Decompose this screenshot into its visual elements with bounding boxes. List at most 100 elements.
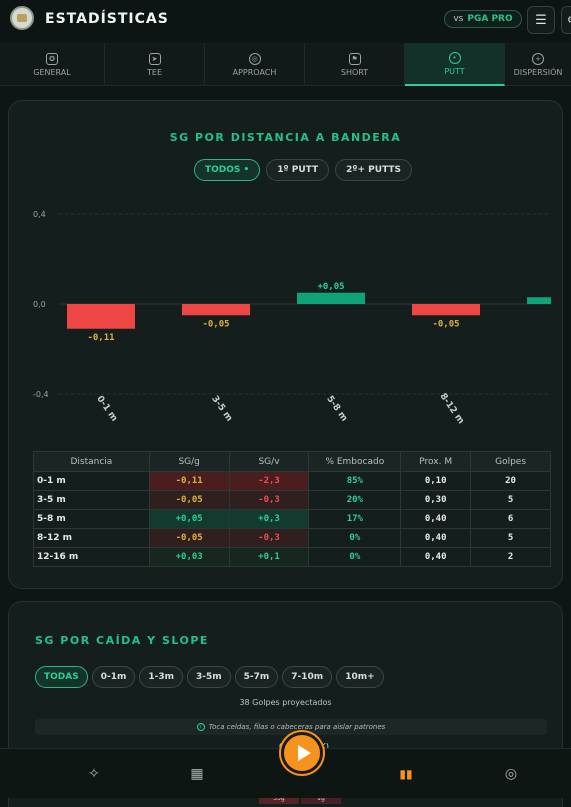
y-tick-label: 0,4 bbox=[33, 210, 46, 219]
sg-distance-title: SG POR DISTANCIA A BANDERA bbox=[169, 131, 402, 144]
cell-prox: 0,40 bbox=[400, 547, 472, 567]
x-tick-label: 8-12 m bbox=[437, 392, 465, 426]
bar bbox=[412, 304, 480, 316]
compare-selector[interactable]: vs PGA PRO bbox=[444, 10, 522, 28]
cell-distancia: 8-12 m bbox=[33, 528, 150, 548]
hint-banner: i Toca celdas, filas o cabeceras para ai… bbox=[35, 719, 547, 735]
filter-1-3m[interactable]: 1-3m bbox=[139, 666, 183, 688]
target-icon: ◎ bbox=[248, 52, 261, 65]
tab-tee[interactable]: ➤ TEE bbox=[105, 43, 205, 86]
putt-filter-group: TODOS • 1º PUTT 2º+ PUTTS bbox=[194, 159, 413, 181]
sg-distance-card: SG POR DISTANCIA A BANDERA TODOS • 1º PU… bbox=[8, 100, 563, 589]
cell-prox: 0,10 bbox=[400, 471, 472, 491]
table-header-row: Distancia SG/g SG/v % Embocado Prox. M G… bbox=[33, 451, 551, 472]
data-label: -0,05 bbox=[202, 319, 229, 329]
calendar-icon: ▦ bbox=[190, 766, 204, 782]
cell-golpes: 5 bbox=[470, 528, 551, 548]
filter-10m-plus[interactable]: 10m+ bbox=[336, 666, 384, 688]
tab-approach[interactable]: ◎ APPROACH bbox=[205, 43, 305, 86]
cell-distancia: 12-16 m bbox=[33, 547, 150, 567]
x-tick-label: 3-5 m bbox=[209, 394, 234, 423]
table-row[interactable]: 12-16 m +0,03 +0,1 0% 0,40 2 bbox=[33, 547, 551, 567]
cell-sg-v: +0,3 bbox=[228, 509, 310, 529]
compare-value: PGA PRO bbox=[467, 14, 513, 24]
bar bbox=[67, 304, 135, 329]
cell-embocado: 0% bbox=[308, 528, 402, 548]
info-icon: i bbox=[196, 723, 205, 731]
y-tick-label: -0,4 bbox=[33, 390, 49, 399]
cell-sg-g: +0,05 bbox=[148, 509, 230, 529]
target-icon: ◎ bbox=[504, 766, 518, 782]
table-row[interactable]: 3-5 m -0,05 -0,3 20% 0,30 5 bbox=[33, 490, 551, 510]
cell-sg-g: -0,11 bbox=[148, 471, 230, 491]
bar bbox=[527, 297, 551, 304]
filter-0-1m[interactable]: 0-1m bbox=[91, 666, 136, 688]
filter-todos[interactable]: TODOS • bbox=[194, 159, 261, 181]
ribbon-icon: ✪ bbox=[46, 52, 58, 65]
sg-distance-chart: 0,4 0,0 -0,4 -0,11 0-1 m -0,05 3-5 m +0,05 5-8 m… bbox=[33, 210, 551, 429]
col-sg-v[interactable]: SG/v bbox=[228, 451, 310, 472]
col-prox[interactable]: Prox. M bbox=[400, 451, 472, 472]
cell-embocado: 20% bbox=[308, 490, 402, 510]
cell-sg-v: -2,3 bbox=[228, 471, 310, 491]
tab-dispersion[interactable]: + DISPERSIÓN bbox=[505, 43, 571, 86]
cell-embocado: 17% bbox=[308, 509, 402, 529]
table-row[interactable]: 0-1 m -0,11 -2,3 85% 0,10 20 bbox=[33, 471, 551, 491]
filters-button[interactable]: ☰ bbox=[527, 6, 555, 34]
col-distancia[interactable]: Distancia bbox=[33, 451, 150, 472]
data-label: +0,05 bbox=[317, 282, 344, 292]
slope-filter-group: TODAS 0-1m 1-3m 3-5m 5-7m 7-10m 10m+ bbox=[35, 666, 384, 688]
cell-sg-g: +0,03 bbox=[148, 547, 230, 567]
stats-tabs: ✪ GENERAL ➤ TEE ◎ APPROACH ⚑ SHORT • PUT… bbox=[0, 43, 571, 86]
nav-stats[interactable]: ▮▮ bbox=[395, 763, 417, 785]
data-label: -0,05 bbox=[432, 319, 459, 329]
tab-putt[interactable]: • PUTT bbox=[405, 43, 505, 86]
vs-label: vs bbox=[453, 14, 464, 24]
cell-sg-v: -0,3 bbox=[228, 528, 310, 548]
sliders-icon: ☰ bbox=[535, 12, 547, 28]
play-button[interactable] bbox=[281, 732, 323, 774]
x-tick-label: 5-8 m bbox=[324, 394, 349, 423]
cell-embocado: 85% bbox=[308, 471, 402, 491]
sg-slope-title: SG POR CAÍDA Y SLOPE bbox=[35, 634, 209, 647]
page-title: ESTADÍSTICAS bbox=[45, 11, 169, 27]
bar bbox=[182, 304, 250, 316]
cell-sg-v: +0,1 bbox=[228, 547, 310, 567]
nav-target[interactable]: ◎ bbox=[500, 763, 522, 785]
filter-7-10m[interactable]: 7-10m bbox=[282, 666, 333, 688]
col-golpes[interactable]: Golpes bbox=[470, 451, 551, 472]
tab-general[interactable]: ✪ GENERAL bbox=[0, 43, 105, 86]
y-tick-label: 0,0 bbox=[33, 300, 46, 309]
projected-strokes: 38 Golpes proyectados bbox=[239, 698, 332, 707]
cell-prox: 0,30 bbox=[400, 490, 472, 510]
sparkle-icon: ✧ bbox=[88, 766, 100, 782]
nav-insights[interactable]: ✧ bbox=[83, 763, 105, 785]
cell-sg-g: -0,05 bbox=[148, 528, 230, 548]
table-row[interactable]: 8-12 m -0,05 -0,3 0% 0,40 5 bbox=[33, 528, 551, 548]
cell-embocado: 0% bbox=[308, 547, 402, 567]
table-row[interactable]: 5-8 m +0,05 +0,3 17% 0,40 6 bbox=[33, 509, 551, 529]
filter-3-5m[interactable]: 3-5m bbox=[187, 666, 231, 688]
bar bbox=[297, 292, 365, 304]
cell-golpes: 6 bbox=[470, 509, 551, 529]
col-sg-g[interactable]: SG/g bbox=[148, 451, 230, 472]
hole-icon: • bbox=[448, 51, 461, 64]
cell-sg-g: -0,05 bbox=[148, 490, 230, 510]
filter-todas[interactable]: TODAS bbox=[35, 666, 88, 688]
settings-button[interactable]: ⚙ bbox=[561, 6, 571, 34]
hint-text: Toca celdas, filas o cabeceras para aisl… bbox=[208, 723, 386, 731]
cell-golpes: 2 bbox=[470, 547, 551, 567]
cell-golpes: 5 bbox=[470, 490, 551, 510]
data-label: -0,11 bbox=[87, 333, 114, 343]
cell-distancia: 0-1 m bbox=[33, 471, 150, 491]
filter-second-putts[interactable]: 2º+ PUTTS bbox=[335, 159, 413, 181]
col-embocado[interactable]: % Embocado bbox=[308, 451, 402, 472]
filter-first-putt[interactable]: 1º PUTT bbox=[266, 159, 330, 181]
tab-short[interactable]: ⚑ SHORT bbox=[305, 43, 405, 86]
cell-distancia: 3-5 m bbox=[33, 490, 150, 510]
filter-5-7m[interactable]: 5-7m bbox=[234, 666, 279, 688]
cell-prox: 0,40 bbox=[400, 509, 472, 529]
nav-calendar[interactable]: ▦ bbox=[186, 763, 208, 785]
cell-sg-v: -0,3 bbox=[228, 490, 310, 510]
cell-distancia: 5-8 m bbox=[33, 509, 150, 529]
